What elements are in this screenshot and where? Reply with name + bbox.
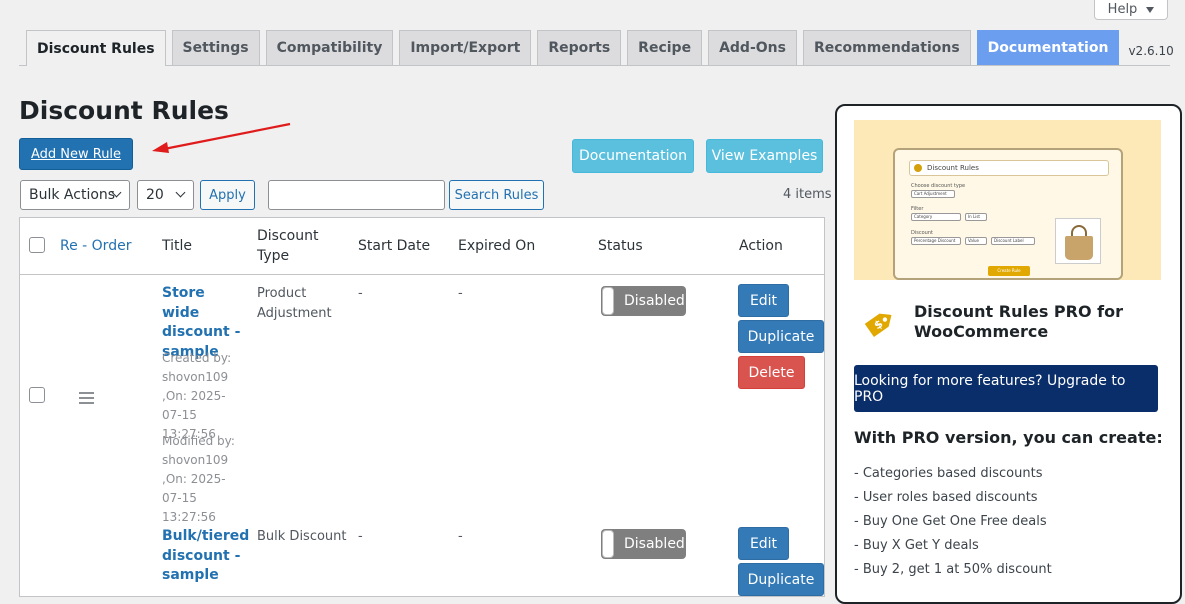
tab-reports[interactable]: Reports (537, 30, 622, 65)
search-rules-button[interactable]: Search Rules (449, 180, 544, 210)
reorder-column-header[interactable]: Re - Order (60, 236, 131, 256)
price-tag-icon: $ (864, 313, 892, 338)
version-label: v2.6.10 (1128, 43, 1174, 58)
toggle-knob (602, 287, 614, 315)
tab-add-ons[interactable]: Add-Ons (708, 30, 797, 65)
mock-header-text: Discount Rules (927, 164, 979, 172)
view-examples-button[interactable]: View Examples (706, 139, 823, 173)
start-date-column-header: Start Date (358, 238, 431, 254)
feature-item: - Buy One Get One Free deals (854, 514, 1047, 529)
tab-settings[interactable]: Settings (171, 30, 260, 65)
discount-type-cell: Bulk Discount (257, 529, 347, 544)
items-count: 4 items (783, 187, 832, 202)
mock-label: Choose discount type (911, 183, 966, 189)
rules-table: Re - Order Title Discount Type Start Dat… (19, 217, 825, 597)
table-header: Re - Order Title Discount Type Start Dat… (20, 218, 824, 275)
help-label: Help (1107, 1, 1138, 17)
feature-item: - Buy X Get Y deals (854, 538, 979, 553)
rule-title-link[interactable]: Bulk/tiered discount - sample (162, 527, 249, 586)
duplicate-button[interactable]: Duplicate (738, 563, 824, 596)
mock-button: Create Rule (988, 266, 1030, 276)
start-date-cell: - (358, 286, 363, 301)
duplicate-button[interactable]: Duplicate (738, 320, 824, 353)
drag-handle-icon[interactable] (79, 392, 94, 407)
tab-recommendations[interactable]: Recommendations (802, 30, 971, 65)
expired-on-cell: - (458, 286, 463, 301)
mock-logo-icon (914, 164, 922, 172)
upgrade-to-pro-button[interactable]: Looking for more features? Upgrade to PR… (854, 365, 1158, 412)
toggle-knob (602, 530, 614, 558)
edit-button[interactable]: Edit (738, 527, 789, 560)
mock-header: Discount Rules (909, 160, 1109, 176)
edit-button[interactable]: Edit (738, 284, 789, 317)
status-toggle-label: Disabled (624, 293, 685, 309)
mock-field: Percentage Discount (911, 237, 961, 245)
rule-created-meta: Created by: shovon109 ,On: 2025-07-15 13… (162, 351, 232, 441)
tab-documentation[interactable]: Documentation (976, 30, 1120, 65)
mock-field: In List (965, 213, 987, 221)
mock-field: Value (965, 237, 987, 245)
promo-image: Discount Rules Choose discount type Cart… (854, 120, 1161, 280)
status-column-header: Status (598, 238, 643, 254)
per-page-value: 20 (146, 187, 164, 203)
product-bag-image (1055, 218, 1101, 264)
tab-bar: Discount Rules Settings Compatibility Im… (26, 30, 1174, 66)
pro-subtitle: With PRO version, you can create: (854, 428, 1163, 447)
row-checkbox[interactable] (29, 387, 45, 403)
title-column-header: Title (162, 238, 193, 254)
mock-field: Cart Adjustment (911, 190, 955, 198)
rule-modified-meta: Modified by: shovon109 ,On: 2025-07-15 1… (162, 434, 235, 524)
expired-on-column-header: Expired On (458, 238, 536, 254)
status-toggle[interactable]: Disabled (601, 529, 686, 559)
bulk-actions-select[interactable]: Bulk Actions (20, 180, 130, 210)
annotation-arrow-icon (152, 122, 291, 153)
promo-mockup: Discount Rules Choose discount type Cart… (893, 148, 1123, 280)
help-button[interactable]: Help (1094, 0, 1168, 20)
status-toggle[interactable]: Disabled (601, 286, 686, 316)
tab-recipe[interactable]: Recipe (627, 30, 703, 65)
discount-type-cell: Product Adjustment (257, 286, 332, 321)
discount-type-column-header: Discount Type (257, 228, 319, 264)
feature-item: - Categories based discounts (854, 466, 1043, 481)
apply-button[interactable]: Apply (200, 180, 255, 210)
caret-down-icon (1146, 7, 1155, 13)
expired-on-cell: - (458, 529, 463, 544)
action-column-header: Action (739, 238, 783, 254)
pro-features-list: - Categories based discounts - User role… (854, 462, 1052, 582)
documentation-button[interactable]: Documentation (572, 139, 694, 173)
pro-title: Discount Rules PRO for WooCommerce (914, 302, 1123, 341)
mock-field: Discount Label (991, 237, 1035, 245)
pro-upsell-panel: Discount Rules Choose discount type Cart… (835, 104, 1182, 604)
feature-item: - Buy 2, get 1 at 50% discount (854, 562, 1052, 577)
tab-import-export[interactable]: Import/Export (399, 30, 532, 65)
tab-discount-rules[interactable]: Discount Rules (26, 30, 166, 66)
mock-field: Category (911, 213, 961, 221)
mock-label: Discount (911, 230, 933, 236)
delete-button[interactable]: Delete (738, 356, 805, 389)
feature-item: - User roles based discounts (854, 490, 1038, 505)
add-new-rule-button[interactable]: Add New Rule (19, 138, 133, 170)
tab-compatibility[interactable]: Compatibility (265, 30, 394, 65)
bulk-actions-value: Bulk Actions (29, 187, 116, 203)
per-page-select[interactable]: 20 (137, 180, 194, 210)
select-all-checkbox[interactable] (29, 237, 45, 253)
tabs-divider (19, 65, 1170, 66)
search-input[interactable] (268, 180, 445, 210)
chevron-down-icon (175, 187, 186, 198)
start-date-cell: - (358, 529, 363, 544)
mock-label: Filter (911, 206, 924, 212)
status-toggle-label: Disabled (624, 536, 685, 552)
